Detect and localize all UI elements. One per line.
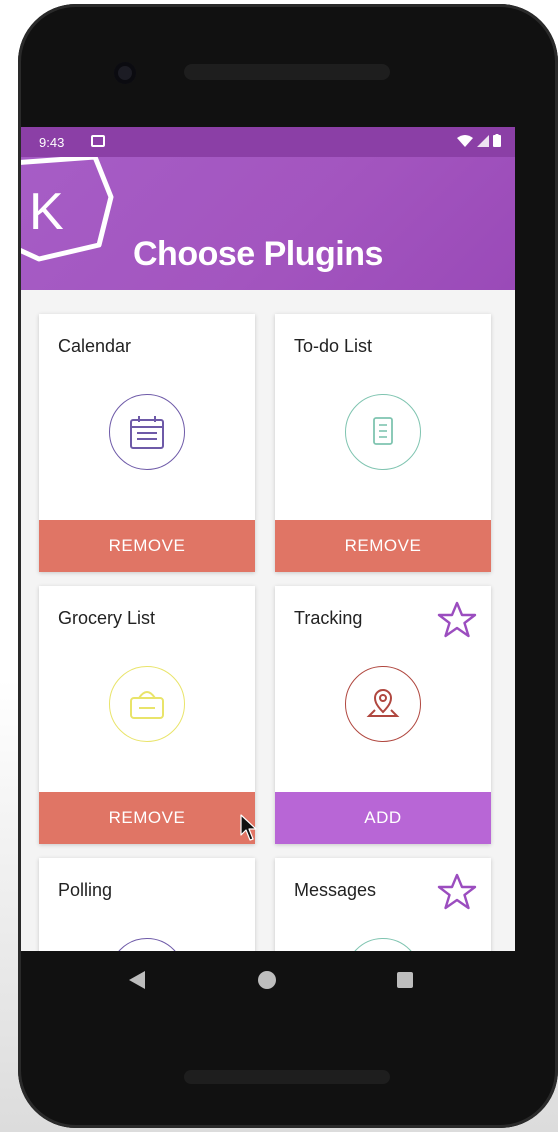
- bottom-speaker: [184, 1070, 390, 1084]
- poll-icon: [109, 938, 185, 951]
- recents-icon[interactable]: [397, 972, 413, 988]
- mouse-cursor-icon: [240, 814, 257, 841]
- message-icon: [345, 938, 421, 951]
- page-title: Choose Plugins: [133, 235, 383, 273]
- signal-icon: [477, 134, 489, 147]
- status-time: 9:43: [39, 135, 65, 150]
- plugin-title: Tracking: [294, 608, 363, 628]
- app-logo: K: [21, 157, 114, 262]
- status-icons: [457, 134, 501, 147]
- home-icon[interactable]: [258, 971, 276, 989]
- status-bar: 9:43: [21, 127, 515, 157]
- plugin-card-polling: Polling: [39, 858, 255, 951]
- star-icon[interactable]: [437, 600, 477, 640]
- remove-button[interactable]: REMOVE: [39, 520, 255, 572]
- wifi-icon: [457, 134, 473, 147]
- remove-button[interactable]: REMOVE: [39, 792, 255, 844]
- plugin-card-grocery-list: Grocery List REMOVE: [39, 586, 255, 844]
- plugin-card-todo-list: To-do List REMOVE: [275, 314, 491, 572]
- battery-icon: [493, 134, 501, 147]
- remove-button[interactable]: REMOVE: [275, 520, 491, 572]
- plugin-card-calendar: Calendar REMOVE: [39, 314, 255, 572]
- plugin-grid: Calendar REMOVE To-do List REMOVE Grocer…: [21, 290, 515, 951]
- back-icon[interactable]: [127, 969, 147, 991]
- app-header: K Choose Plugins: [21, 157, 515, 290]
- plugin-card-tracking: Tracking ADD: [275, 586, 491, 844]
- calendar-icon: [109, 394, 185, 470]
- plugin-title: Messages: [294, 880, 377, 900]
- plugin-title: Polling: [58, 880, 113, 900]
- front-camera: [114, 62, 136, 84]
- add-button[interactable]: ADD: [275, 792, 491, 844]
- app-screen: 9:43 K Choose Plugins Calendar REMOVE To…: [21, 127, 515, 951]
- plugin-card-messages: Messages: [275, 858, 491, 951]
- location-pin-icon: [345, 666, 421, 742]
- notepad-icon: [345, 394, 421, 470]
- plugin-title: Calendar: [58, 336, 132, 356]
- logo-letter: K: [29, 183, 64, 241]
- system-nav-bar: [21, 951, 515, 1011]
- basket-icon: [109, 666, 185, 742]
- plugin-title: Grocery List: [58, 608, 156, 628]
- plugin-title: To-do List: [294, 336, 373, 356]
- star-icon[interactable]: [437, 872, 477, 912]
- earpiece-speaker: [184, 64, 390, 80]
- notification-icon: [91, 135, 105, 147]
